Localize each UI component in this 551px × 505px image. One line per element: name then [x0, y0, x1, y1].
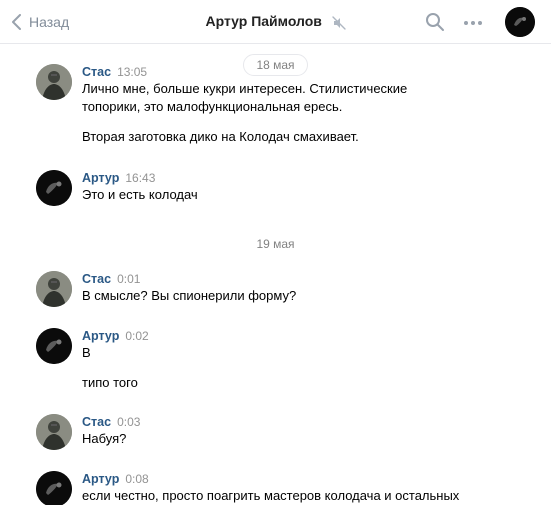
- message-item: Артур 16:43 Это и есть колодач: [36, 170, 536, 206]
- search-icon[interactable]: [425, 12, 445, 32]
- back-button[interactable]: Назад: [12, 12, 69, 32]
- message-text: типо того: [82, 375, 138, 390]
- message-text: В смысле? Вы спионерили форму?: [82, 288, 297, 303]
- more-icon[interactable]: [463, 20, 483, 26]
- message-time[interactable]: 13:05: [117, 65, 147, 79]
- date-label: 19 мая: [244, 234, 307, 254]
- message-text: Лично мне, больше кукри интересен. Стили…: [82, 81, 408, 96]
- message-feed[interactable]: 18 мая Стас 13:05 Лично мне, больше кукри…: [0, 44, 551, 505]
- message-author[interactable]: Стас: [82, 415, 111, 429]
- message-text: Набуя?: [82, 431, 127, 446]
- chat-title[interactable]: Артур Паймолов: [205, 13, 321, 29]
- message-author[interactable]: Артур: [82, 329, 119, 343]
- message-time[interactable]: 16:43: [125, 171, 155, 185]
- message-author[interactable]: Артур: [82, 171, 119, 185]
- message-item: Стас 0:01 В смысле? Вы спионерили форму?: [36, 271, 536, 307]
- message-time[interactable]: 0:01: [117, 272, 140, 286]
- message-item: Артур 0:02 В типо того: [36, 328, 536, 392]
- chat-header: Назад Артур Паймолов: [0, 0, 551, 44]
- chevron-left-icon: [12, 14, 21, 30]
- message-text: Это и есть колодач: [82, 187, 198, 202]
- message-time[interactable]: 0:02: [125, 329, 148, 343]
- message-text: если честно, просто поагрить мастеров ко…: [82, 488, 460, 503]
- back-label: Назад: [29, 14, 70, 30]
- message-time[interactable]: 0:08: [125, 472, 148, 486]
- date-separator: 19 мая: [0, 234, 551, 254]
- message-text: В: [82, 345, 91, 360]
- muted-icon: [331, 15, 346, 30]
- message-text: топорики, это малофункциональная ересь.: [82, 99, 343, 114]
- avatar[interactable]: [36, 328, 72, 364]
- header-avatar[interactable]: [505, 7, 535, 37]
- avatar[interactable]: [36, 271, 72, 307]
- message-author[interactable]: Стас: [82, 272, 111, 286]
- message-time[interactable]: 0:03: [117, 415, 140, 429]
- avatar[interactable]: [36, 64, 72, 100]
- message-text: Вторая заготовка дико на Колодач смахива…: [82, 129, 359, 144]
- message-author[interactable]: Стас: [82, 65, 111, 79]
- message-item: Стас 0:03 Набуя?: [36, 414, 536, 450]
- message-item: Стас 13:05 Лично мне, больше кукри интере…: [36, 64, 536, 146]
- message-author[interactable]: Артур: [82, 472, 119, 486]
- avatar[interactable]: [36, 414, 72, 450]
- message-item: Артур 0:08 если честно, просто поагрить м…: [36, 471, 536, 505]
- avatar[interactable]: [36, 170, 72, 206]
- avatar[interactable]: [36, 471, 72, 505]
